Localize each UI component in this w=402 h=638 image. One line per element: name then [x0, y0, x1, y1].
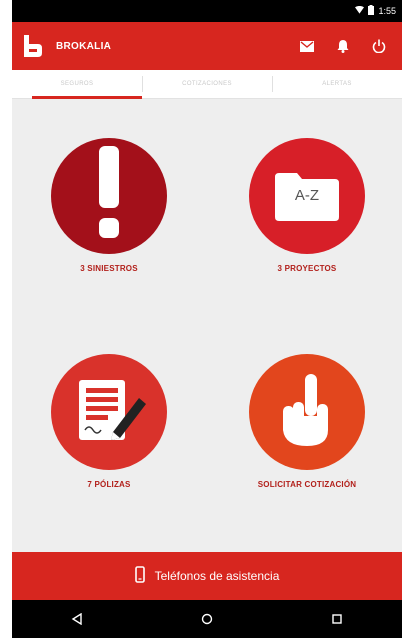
tab-cotizaciones[interactable]: COTIZACIONES [142, 70, 272, 98]
proyectos-circle: A-Z [249, 138, 365, 254]
tab-seguros[interactable]: SEGUROS [12, 70, 142, 99]
power-icon[interactable] [366, 33, 392, 59]
tile-proyectos[interactable]: A-Z 3 PROYECTOS [222, 138, 392, 273]
tab-label: SEGUROS [60, 81, 94, 87]
exclamation-icon [89, 145, 129, 247]
tab-label: ALERTAS [322, 81, 352, 87]
folder-text: A-Z [294, 187, 320, 204]
tab-bar: SEGUROS COTIZACIONES ALERTAS [12, 70, 402, 99]
tile-solicitar-cotizacion[interactable]: SOLICITAR COTIZACIÓN [222, 354, 392, 489]
brokalia-logo-icon [22, 35, 44, 57]
tile-label: 3 SINIESTROS [80, 264, 138, 273]
recents-icon[interactable] [322, 604, 352, 634]
app-title: BROKALIA [56, 40, 112, 52]
phone-screen: 1:55 BROKALIA SEGUROS COTIZACIONES ALERT… [12, 0, 402, 638]
android-nav-bar [12, 600, 402, 638]
folder-az-icon: A-Z [275, 171, 339, 221]
tab-label: COTIZACIONES [182, 81, 232, 87]
siniestros-circle [51, 138, 167, 254]
assistance-label: Teléfonos de asistencia [154, 569, 280, 583]
tile-label: 7 PÓLIZAS [87, 480, 131, 489]
tab-alertas[interactable]: ALERTAS [272, 70, 402, 98]
policy-document-icon [69, 374, 149, 451]
polizas-circle [51, 354, 167, 470]
app-bar: BROKALIA [12, 22, 402, 70]
wifi-icon [355, 5, 365, 16]
raised-finger-icon [277, 372, 337, 453]
tile-label: SOLICITAR COTIZACIÓN [257, 480, 357, 489]
mail-icon[interactable] [294, 33, 320, 59]
battery-icon [368, 5, 375, 17]
tile-siniestros[interactable]: 3 SINIESTROS [24, 138, 194, 273]
tile-label: 3 PROYECTOS [277, 264, 337, 273]
phone-icon [134, 566, 145, 586]
home-icon[interactable] [192, 604, 222, 634]
tile-polizas[interactable]: 7 PÓLIZAS [24, 354, 194, 489]
back-icon[interactable] [62, 604, 92, 634]
status-time: 1:55 [378, 6, 396, 16]
bell-icon[interactable] [330, 33, 356, 59]
assistance-phones-button[interactable]: Teléfonos de asistencia [12, 552, 402, 600]
cotizacion-circle [249, 354, 365, 470]
status-bar: 1:55 [12, 0, 402, 22]
